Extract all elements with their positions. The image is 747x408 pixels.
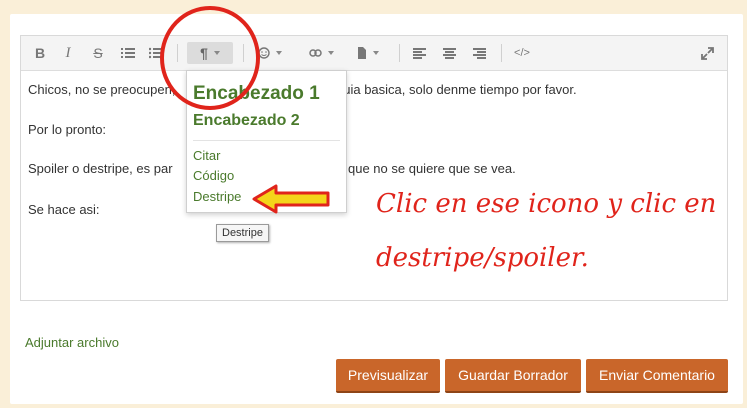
fullscreen-icon[interactable] bbox=[697, 42, 717, 64]
chevron-down-icon bbox=[327, 51, 334, 55]
code-option[interactable]: Código bbox=[193, 168, 234, 183]
content-line: Se hace asi: bbox=[28, 202, 100, 217]
dropdown-divider bbox=[193, 140, 340, 141]
file-icon bbox=[358, 47, 366, 59]
annotation-text: Clic en ese icono y clic en bbox=[376, 189, 717, 219]
rich-text-editor[interactable]: B I S ¶ </> Chicos, no se preocupen, gui… bbox=[20, 35, 728, 301]
quote-option[interactable]: Citar bbox=[193, 148, 220, 163]
preview-button[interactable]: Previsualizar bbox=[336, 359, 440, 393]
toolbar-separator bbox=[399, 44, 400, 62]
link-button[interactable] bbox=[303, 42, 339, 64]
content-line: Por lo pronto: bbox=[28, 122, 107, 137]
save-draft-button[interactable]: Guardar Borrador bbox=[445, 359, 581, 393]
spoiler-option[interactable]: Destripe bbox=[193, 189, 241, 204]
content-line: Chicos, no se preocupen, bbox=[28, 82, 176, 97]
annotation-arrow bbox=[252, 184, 330, 214]
align-left-icon[interactable] bbox=[409, 42, 429, 64]
toolbar-separator bbox=[501, 44, 502, 62]
submit-comment-button[interactable]: Enviar Comentario bbox=[586, 359, 728, 393]
italic-icon[interactable]: I bbox=[59, 42, 77, 64]
annotation-text: destripe/spoiler. bbox=[376, 243, 589, 273]
spoiler-tooltip: Destripe bbox=[216, 224, 269, 242]
content-line: guia basica, solo denme tiempo por favor… bbox=[336, 82, 577, 97]
ordered-list-icon[interactable] bbox=[119, 42, 137, 64]
content-line: que no se quiere que se vea. bbox=[348, 161, 516, 176]
chevron-down-icon bbox=[373, 51, 379, 55]
align-center-icon[interactable] bbox=[439, 42, 459, 64]
chevron-down-icon bbox=[276, 51, 282, 55]
attach-file-link[interactable]: Adjuntar archivo bbox=[25, 335, 119, 350]
file-button[interactable] bbox=[351, 42, 385, 64]
editor-toolbar: B I S ¶ </> bbox=[21, 36, 727, 71]
align-right-icon[interactable] bbox=[469, 42, 489, 64]
annotation-circle bbox=[160, 6, 260, 110]
code-icon[interactable]: </> bbox=[511, 42, 533, 64]
heading-2-option[interactable]: Encabezado 2 bbox=[193, 112, 300, 130]
link-icon bbox=[308, 49, 322, 57]
bold-icon[interactable]: B bbox=[31, 42, 49, 64]
strikethrough-icon[interactable]: S bbox=[89, 42, 107, 64]
content-line: Spoiler o destripe, es par bbox=[28, 161, 173, 176]
